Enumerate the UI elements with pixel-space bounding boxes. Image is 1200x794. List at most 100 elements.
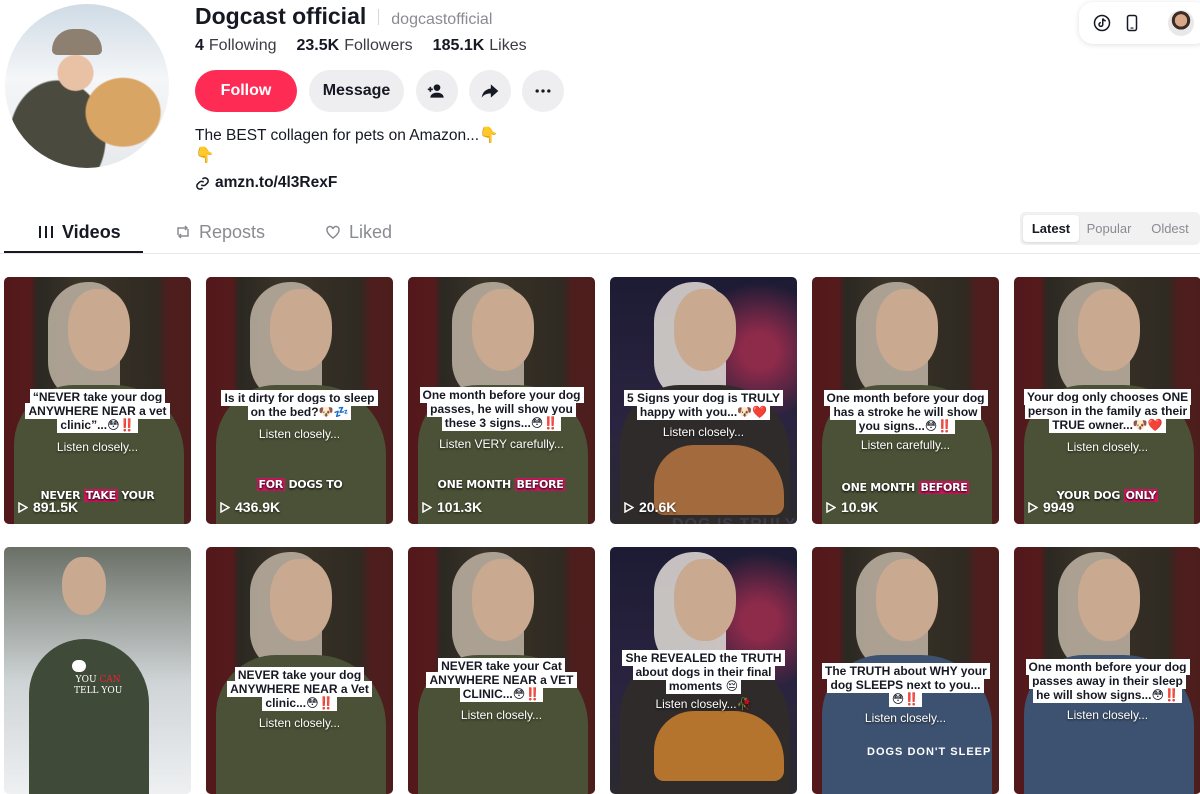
- thumbnail-body: [29, 639, 149, 794]
- caption-text: She REVEALED the TRUTH about dogs in the…: [622, 650, 785, 694]
- liked-heart-icon: [326, 225, 340, 239]
- repost-icon: [177, 225, 189, 239]
- video-subcaption: Listen closely...: [460, 708, 543, 722]
- caption-text: Is it dirty for dogs to sleep on the bed…: [221, 390, 378, 420]
- thumbnail-face: [674, 559, 736, 641]
- subtitle-text: YOU: [75, 675, 100, 685]
- video-card[interactable]: One month before your dog has a stroke h…: [812, 277, 999, 524]
- caption-text: One month before your dog passes away in…: [1025, 659, 1190, 703]
- sort-oldest[interactable]: Oldest: [1141, 215, 1199, 242]
- subtitle-text: ONE MONTH: [841, 481, 919, 494]
- video-card[interactable]: “NEVER take your dog ANYWHERE NEAR a vet…: [4, 277, 191, 524]
- video-caption: “NEVER take your dog ANYWHERE NEAR a vet…: [14, 389, 181, 433]
- user-avatar[interactable]: [1168, 10, 1194, 36]
- view-count-text: 10.9K: [841, 499, 879, 515]
- top-right-toolbar: [1079, 2, 1200, 44]
- subtitle-text: TELL YOU: [74, 686, 123, 696]
- subtitle-text: YOUR: [117, 489, 155, 502]
- video-card[interactable]: Is it dirty for dogs to sleep on the bed…: [206, 277, 393, 524]
- caption-text: One month before your dog passes, he wil…: [419, 387, 584, 431]
- play-icon: [826, 501, 836, 513]
- caption-text: Your dog only chooses ONE person in the …: [1024, 389, 1192, 433]
- view-count: 891.5K: [18, 499, 78, 515]
- video-card[interactable]: NEVER take your dog ANYWHERE NEAR a Vet …: [206, 547, 393, 794]
- video-subcaption: Listen closely...: [258, 716, 341, 730]
- thumbnail-face: [62, 557, 106, 615]
- stat-label: Followers: [344, 37, 413, 54]
- suggested-accounts-button[interactable]: [416, 70, 458, 112]
- stat-value: 23.5K: [296, 37, 340, 54]
- video-card[interactable]: 5 Signs your dog is TRULY happy with you…: [610, 277, 797, 524]
- thumbnail-face: [876, 289, 938, 371]
- video-subcaption: Listen VERY carefully...: [439, 437, 564, 451]
- video-caption: Your dog only chooses ONE person in the …: [1024, 389, 1192, 433]
- tiktok-icon[interactable]: [1093, 14, 1111, 32]
- caption-text: “NEVER take your dog ANYWHERE NEAR a vet…: [25, 389, 170, 433]
- view-count-text: 891.5K: [33, 499, 79, 515]
- burned-in-subtitle: DOGS DON'T SLEEP: [867, 746, 992, 758]
- caption-text: NEVER take your dog ANYWHERE NEAR a Vet …: [227, 667, 372, 711]
- thumbnail-face: [1078, 559, 1140, 641]
- view-count: 10.9K: [826, 499, 878, 515]
- view-count: 101.3K: [422, 499, 482, 515]
- speech-bubble-icon: [72, 660, 86, 672]
- tab-liked[interactable]: Liked: [325, 213, 392, 251]
- stat-label: Likes: [489, 37, 527, 54]
- sort-latest[interactable]: Latest: [1023, 215, 1079, 242]
- sort-toggle: Latest Popular Oldest: [1020, 212, 1200, 245]
- tab-reposts[interactable]: Reposts: [175, 213, 265, 251]
- video-subcaption: Listen closely...: [864, 711, 947, 725]
- play-icon: [422, 501, 432, 513]
- burned-in-subtitle: FOR DOGS TO: [206, 478, 393, 491]
- profile-link[interactable]: amzn.to/4l3RexF: [195, 174, 337, 192]
- thumbnail-face: [472, 289, 534, 371]
- view-count-text: 20.6K: [639, 499, 677, 515]
- video-card[interactable]: YOU CAN TELL YOU: [4, 547, 191, 794]
- burned-in-subtitle: DOG IS TRULY: [672, 516, 796, 524]
- video-subcaption: Listen closely...: [1066, 708, 1149, 722]
- play-icon: [624, 501, 634, 513]
- video-card[interactable]: One month before your dog passes away in…: [1014, 547, 1200, 794]
- share-button[interactable]: [469, 70, 511, 112]
- video-card[interactable]: She REVEALED the TRUTH about dogs in the…: [610, 547, 797, 794]
- profile-stats: 4 Following 23.5K Followers 185.1K Likes: [195, 37, 527, 55]
- video-subcaption: Listen closely...: [1066, 440, 1149, 454]
- view-count: 20.6K: [624, 499, 676, 515]
- caption-text: NEVER take your Cat ANYWHERE NEAR a VET …: [426, 658, 577, 702]
- video-subcaption: Listen carefully...: [860, 438, 951, 452]
- stat-value: 4: [195, 37, 204, 54]
- view-count-text: 9949: [1043, 499, 1075, 515]
- view-count: 436.9K: [220, 499, 280, 515]
- play-icon: [220, 501, 230, 513]
- video-caption: One month before your dog passes away in…: [1024, 659, 1191, 703]
- play-icon: [18, 501, 28, 513]
- video-caption: Is it dirty for dogs to sleep on the bed…: [216, 390, 383, 420]
- share-icon: [481, 84, 499, 98]
- tab-videos[interactable]: Videos: [38, 213, 121, 251]
- view-count-text: 436.9K: [235, 499, 281, 515]
- stat-likes: 185.1K Likes: [433, 37, 527, 55]
- profile-avatar[interactable]: [5, 4, 169, 168]
- subtitle-highlight: BEFORE: [514, 478, 566, 491]
- thumbnail-face: [68, 289, 130, 371]
- view-count-text: 101.3K: [437, 499, 483, 515]
- message-button[interactable]: Message: [309, 70, 404, 112]
- follow-button[interactable]: Follow: [195, 70, 297, 112]
- video-card[interactable]: Your dog only chooses ONE person in the …: [1014, 277, 1200, 524]
- tabs-divider: [0, 253, 1200, 254]
- video-subcaption: Listen closely...🥀: [655, 697, 752, 711]
- video-caption: NEVER take your dog ANYWHERE NEAR a Vet …: [216, 667, 383, 711]
- bio-line: 👇: [195, 147, 215, 164]
- stat-followers[interactable]: 23.5K Followers: [297, 37, 413, 55]
- bio-line: The BEST collagen for pets on Amazon...👇: [195, 127, 499, 144]
- video-card[interactable]: One month before your dog passes, he wil…: [408, 277, 595, 524]
- thumbnail-face: [472, 559, 534, 641]
- phone-icon[interactable]: [1123, 14, 1141, 32]
- stat-following[interactable]: 4 Following: [195, 37, 277, 55]
- thumbnail-face: [1078, 289, 1140, 371]
- video-card[interactable]: The TRUTH about WHY your dog SLEEPS next…: [812, 547, 999, 794]
- video-card[interactable]: NEVER take your Cat ANYWHERE NEAR a VET …: [408, 547, 595, 794]
- thumbnail-face: [876, 559, 938, 641]
- more-options-button[interactable]: [522, 70, 564, 112]
- sort-popular[interactable]: Popular: [1081, 215, 1137, 242]
